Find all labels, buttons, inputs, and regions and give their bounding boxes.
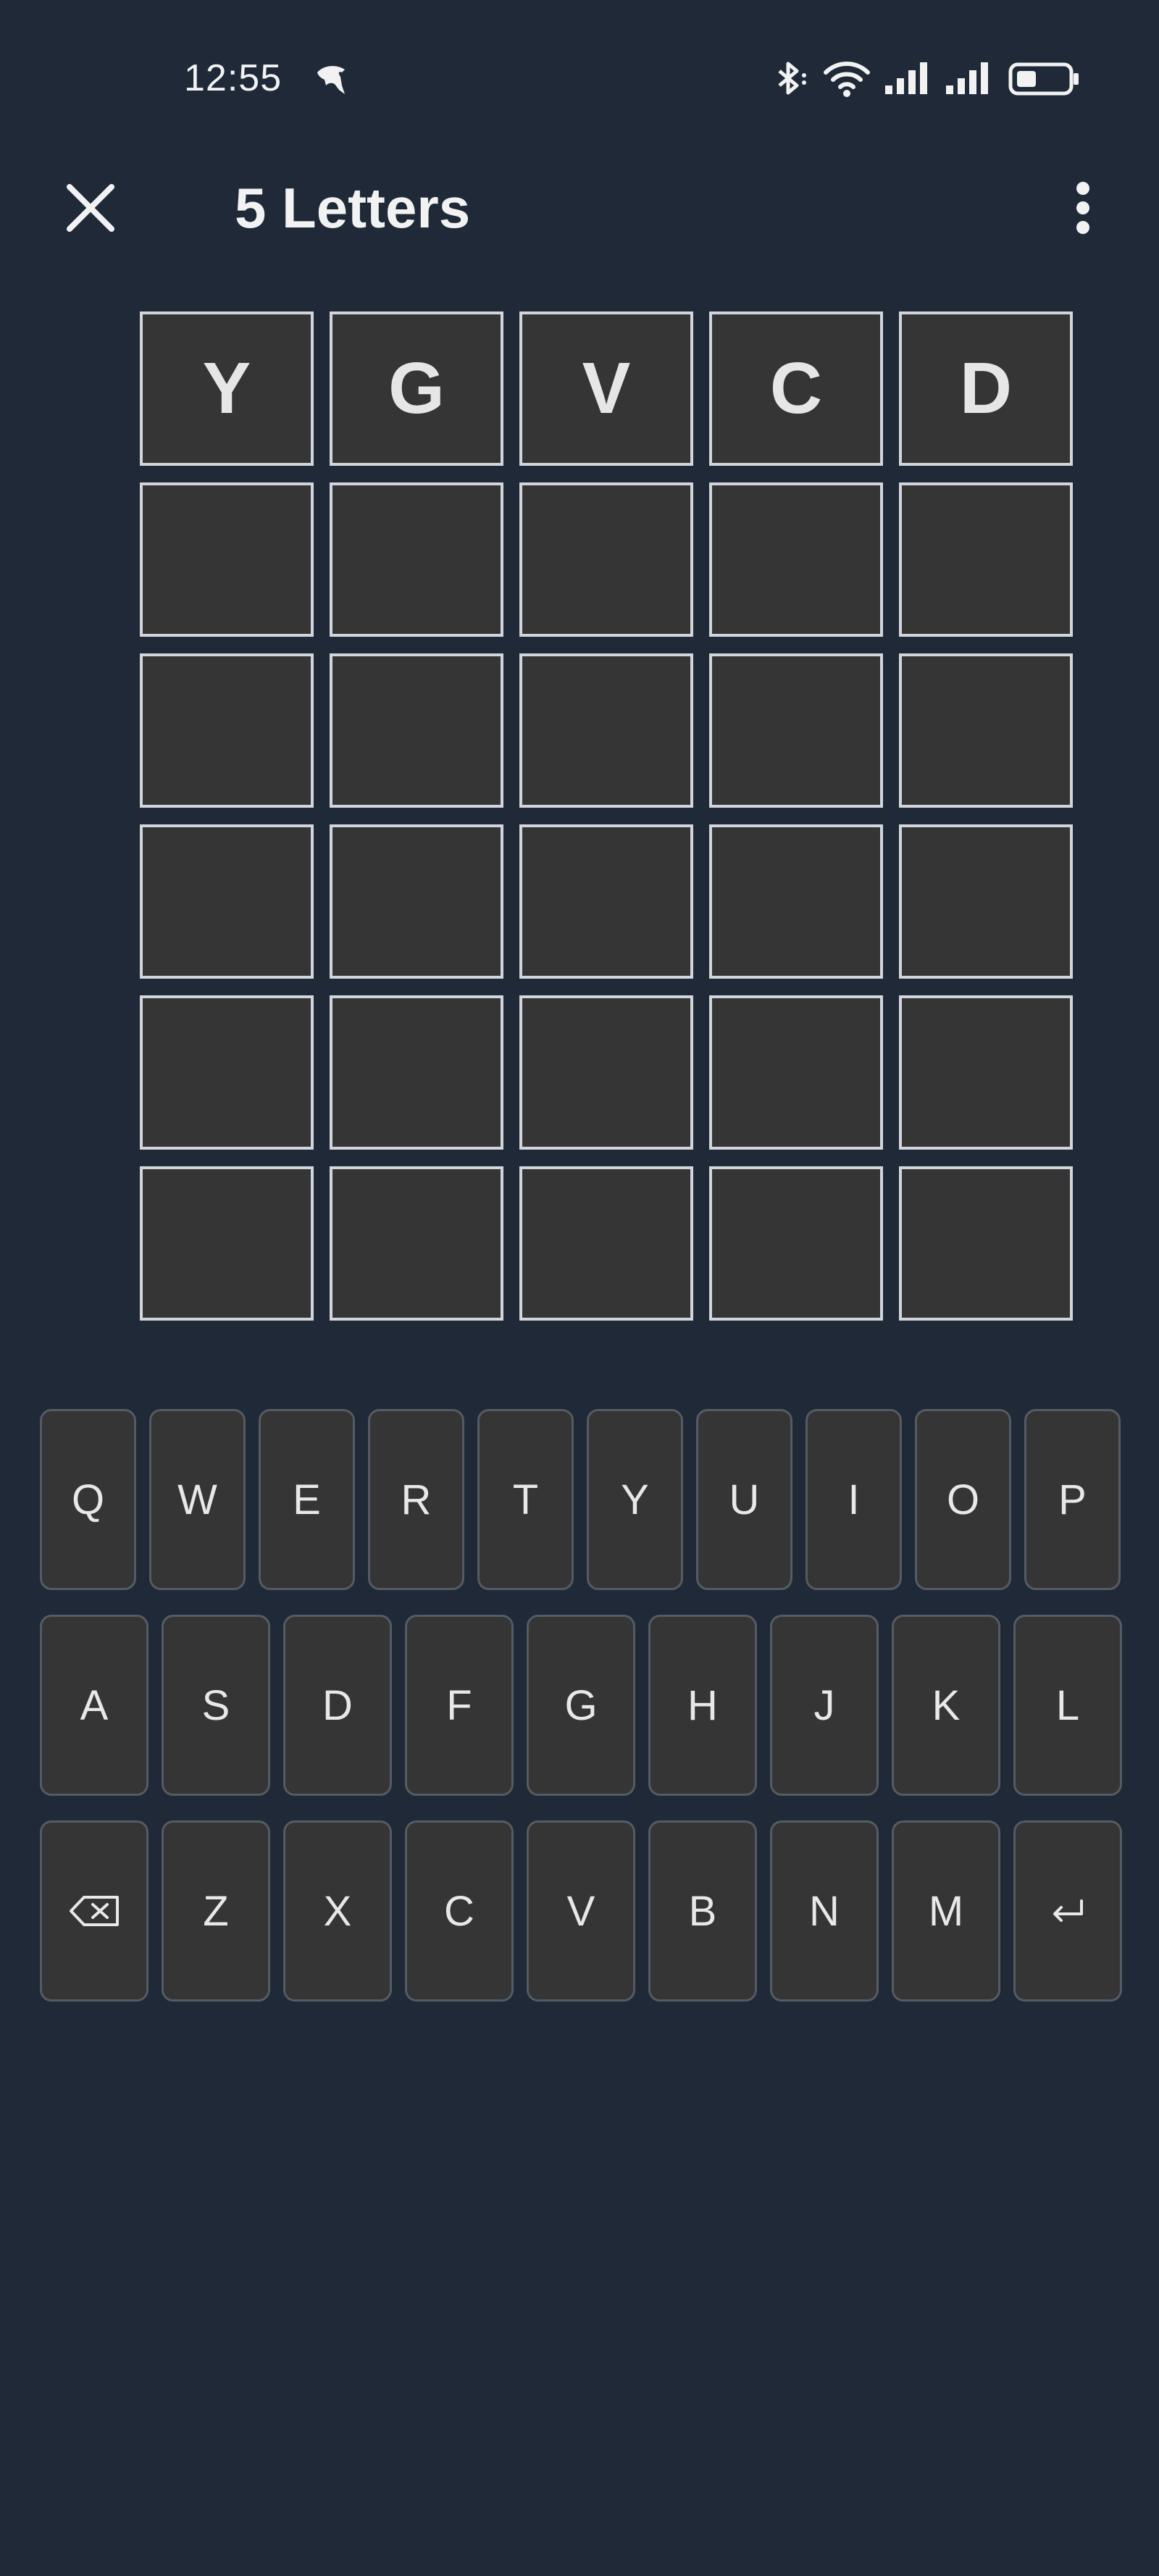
signal-1-icon — [884, 61, 934, 96]
key-q[interactable]: Q — [40, 1409, 136, 1590]
key-w[interactable]: W — [149, 1409, 246, 1590]
signal-2-icon — [945, 61, 995, 96]
key-z[interactable]: Z — [162, 1820, 270, 2002]
keyboard-row-3: Z X C V B N M — [0, 1820, 1159, 2002]
key-e[interactable]: E — [259, 1409, 355, 1590]
tile — [330, 653, 503, 808]
key-i[interactable]: I — [806, 1409, 902, 1590]
page-title: 5 Letters — [235, 176, 471, 240]
status-bar: 12:55 — [0, 0, 1159, 156]
key-r[interactable]: R — [368, 1409, 464, 1590]
tile — [709, 824, 883, 979]
key-d[interactable]: D — [283, 1615, 392, 1796]
tile — [709, 995, 883, 1150]
tile — [330, 824, 503, 979]
key-j[interactable]: J — [770, 1615, 879, 1796]
key-t[interactable]: T — [477, 1409, 574, 1590]
tile: G — [330, 311, 503, 466]
game-board: Y G V C D — [140, 311, 1074, 1322]
tile: Y — [140, 311, 314, 466]
key-c[interactable]: C — [405, 1820, 514, 2002]
tile: C — [709, 311, 883, 466]
battery-icon — [1008, 61, 1081, 97]
key-b[interactable]: B — [648, 1820, 757, 2002]
tile: D — [899, 311, 1073, 466]
app-header: 5 Letters — [0, 156, 1159, 301]
tile — [709, 653, 883, 808]
bluetooth-icon — [772, 59, 811, 99]
tile — [330, 995, 503, 1150]
more-vert-icon — [1076, 182, 1089, 234]
tile — [140, 1166, 314, 1321]
tile — [519, 1166, 693, 1321]
close-icon — [67, 184, 114, 232]
tile: V — [519, 311, 693, 466]
tile — [140, 482, 314, 637]
tile — [519, 824, 693, 979]
key-f[interactable]: F — [405, 1615, 514, 1796]
close-button[interactable] — [51, 168, 130, 248]
tile — [899, 653, 1073, 808]
tile — [899, 824, 1073, 979]
status-time: 12:55 — [184, 57, 283, 99]
key-v[interactable]: V — [527, 1820, 635, 2002]
wifi-icon — [823, 57, 871, 99]
key-o[interactable]: O — [915, 1409, 1011, 1590]
keyboard-row-1: Q W E R T Y U I O P — [0, 1409, 1159, 1590]
key-x[interactable]: X — [283, 1820, 392, 2002]
key-n[interactable]: N — [770, 1820, 879, 2002]
key-g[interactable]: G — [527, 1615, 635, 1796]
tile — [140, 653, 314, 808]
key-u[interactable]: U — [696, 1409, 792, 1590]
tile — [709, 482, 883, 637]
tile — [899, 482, 1073, 637]
key-m[interactable]: M — [892, 1820, 1000, 2002]
tile — [519, 653, 693, 808]
tile — [899, 1166, 1073, 1321]
tile — [519, 995, 693, 1150]
tile — [709, 1166, 883, 1321]
key-h[interactable]: H — [648, 1615, 757, 1796]
key-s[interactable]: S — [162, 1615, 270, 1796]
enter-icon — [1053, 1899, 1083, 1922]
key-k[interactable]: K — [892, 1615, 1000, 1796]
tile — [140, 995, 314, 1150]
tile — [519, 482, 693, 637]
backspace-key[interactable] — [40, 1820, 148, 2002]
keyboard-row-2: A S D F G H J K L — [0, 1615, 1159, 1796]
backspace-icon — [70, 1896, 119, 1926]
key-y[interactable]: Y — [587, 1409, 683, 1590]
enter-key[interactable] — [1013, 1820, 1122, 2002]
tile — [899, 995, 1073, 1150]
dolphin-icon — [313, 61, 351, 99]
tile — [330, 1166, 503, 1321]
key-a[interactable]: A — [40, 1615, 148, 1796]
more-options-button[interactable] — [1050, 168, 1116, 248]
key-l[interactable]: L — [1013, 1615, 1122, 1796]
key-p[interactable]: P — [1024, 1409, 1121, 1590]
tile — [330, 482, 503, 637]
tile — [140, 824, 314, 979]
